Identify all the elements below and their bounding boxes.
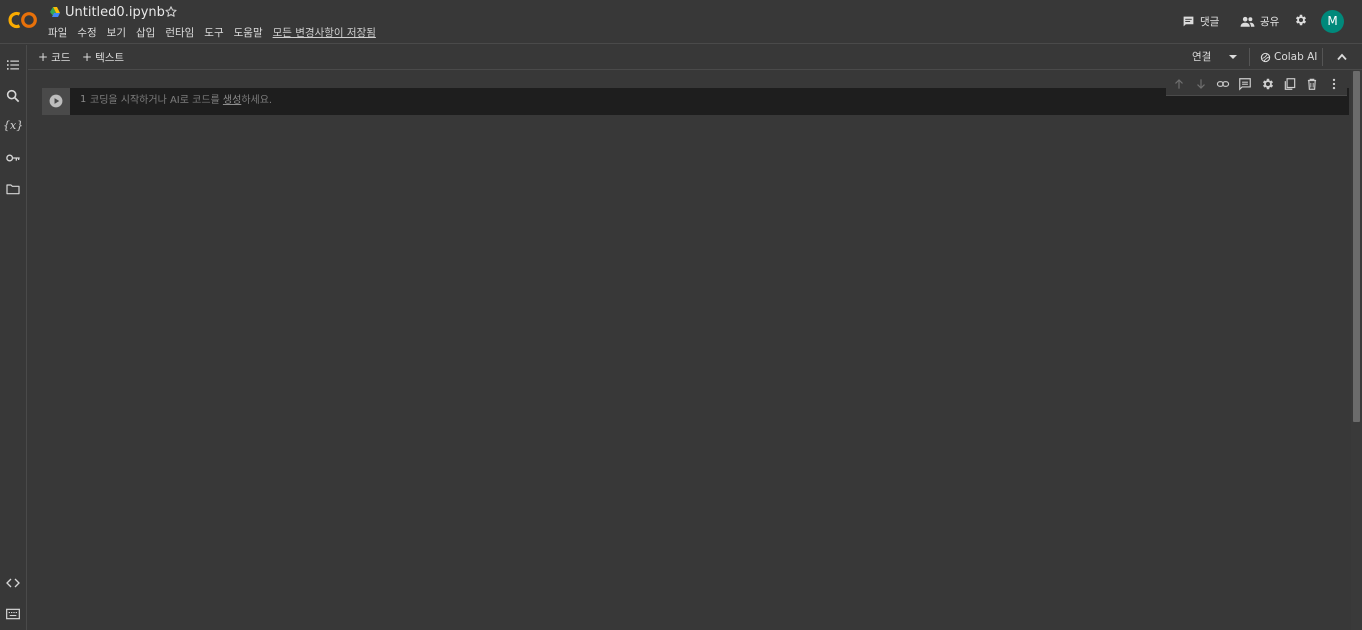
toolbar-divider [1322, 48, 1323, 66]
move-down-icon[interactable] [1194, 77, 1208, 91]
mirror-cell-icon[interactable] [1283, 77, 1297, 91]
link-icon[interactable] [1216, 77, 1230, 91]
menu-help[interactable]: 도움말 [234, 26, 263, 40]
code-snippets-icon[interactable] [5, 575, 21, 591]
cell-toolbar [1166, 72, 1347, 96]
placeholder-text-end: 하세요. [241, 95, 273, 106]
delete-icon[interactable] [1305, 77, 1319, 91]
save-status[interactable]: 모든 변경사항이 저장됨 [273, 26, 376, 40]
avatar[interactable]: M [1321, 10, 1344, 33]
terminal-icon[interactable] [5, 606, 21, 622]
chevron-up-icon[interactable] [1337, 53, 1347, 61]
search-icon[interactable] [5, 88, 21, 104]
move-up-icon[interactable] [1172, 77, 1186, 91]
secrets-key-icon[interactable] [5, 150, 21, 166]
plus-icon: + [82, 50, 93, 64]
comment-icon [1183, 16, 1194, 26]
colab-ai-label: Colab AI [1274, 51, 1318, 63]
menu-tools[interactable]: 도구 [204, 26, 223, 40]
drive-icon [50, 7, 60, 17]
folder-icon[interactable] [5, 181, 21, 197]
star-icon[interactable] [164, 5, 178, 19]
share-button[interactable]: 공유 [1240, 10, 1279, 32]
comment-icon[interactable] [1238, 77, 1252, 91]
chevron-down-icon[interactable] [1228, 54, 1238, 60]
settings-gear-icon[interactable] [1294, 13, 1308, 27]
cell-placeholder: 코딩을 시작하거나 AI로 코드를 생성하세요. [90, 94, 272, 108]
code-cell[interactable]: 1 코딩을 시작하거나 AI로 코드를 생성하세요. [42, 88, 1349, 115]
header: Untitled0.ipynb 파일 수정 보기 삽입 런타임 도구 도움말 모… [0, 0, 1362, 44]
menu-bar: 파일 수정 보기 삽입 런타임 도구 도움말 모든 변경사항이 저장됨 [48, 26, 376, 40]
toolbar-divider [1249, 48, 1250, 66]
more-icon[interactable] [1327, 77, 1341, 91]
colab-ai-button[interactable]: Colab AI [1260, 50, 1317, 64]
left-rail: {x} [0, 45, 27, 630]
table-of-contents-icon[interactable] [5, 57, 21, 73]
menu-edit[interactable]: 수정 [77, 26, 96, 40]
add-code-button[interactable]: + 코드 [38, 50, 70, 65]
notebook-title[interactable]: Untitled0.ipynb [65, 4, 165, 22]
notebook-toolbar: + 코드 + 텍스트 연결 Colab AI [28, 45, 1362, 70]
plus-icon: + [38, 50, 49, 64]
run-cell-icon[interactable] [49, 94, 63, 108]
placeholder-text: 코딩을 시작하거나 AI로 코드를 [90, 95, 223, 106]
line-number: 1 [80, 94, 87, 105]
settings-icon[interactable] [1261, 77, 1275, 91]
run-area [42, 88, 70, 115]
menu-insert[interactable]: 삽입 [136, 26, 155, 40]
comment-button[interactable]: 댓글 [1182, 10, 1219, 32]
add-code-label: 코드 [51, 52, 71, 64]
menu-view[interactable]: 보기 [107, 26, 126, 40]
add-text-button[interactable]: + 텍스트 [82, 50, 124, 65]
colab-ai-icon [1260, 52, 1271, 62]
scrollbar-thumb[interactable] [1353, 71, 1360, 422]
people-icon [1240, 16, 1255, 27]
connect-button[interactable]: 연결 [1192, 50, 1211, 64]
colab-logo[interactable] [7, 10, 39, 30]
add-text-label: 텍스트 [95, 52, 125, 64]
menu-runtime[interactable]: 런타임 [165, 26, 194, 40]
comment-label: 댓글 [1200, 15, 1220, 28]
generate-link[interactable]: 생성 [223, 95, 241, 106]
menu-file[interactable]: 파일 [48, 26, 67, 40]
variables-icon[interactable]: {x} [3, 118, 23, 134]
share-label: 공유 [1260, 15, 1280, 28]
